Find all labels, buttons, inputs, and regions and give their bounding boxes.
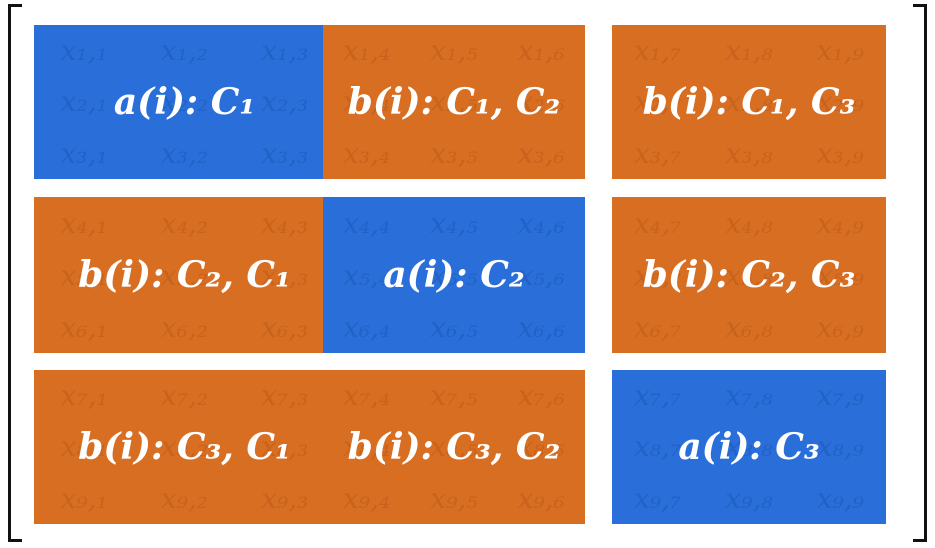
block-1-3: x₁,₇ x₁,₈ x₁,₉ x₂,₇ x₂,₈ x₂,₉ x₃,₇ x₃,₈ x₃,₉ b(i)… (612, 25, 886, 179)
matrix-entry: x₃,₇ (634, 136, 682, 170)
matrix-entry: x₁,₇ (634, 34, 682, 68)
matrix-entry: x₆,₃ (261, 310, 309, 344)
matrix-entry: x₁,₉ (816, 34, 864, 68)
matrix-entry: x₉,₇ (634, 481, 682, 515)
block-3-2: x₇,₄ x₇,₅ x₇,₆ x₈,₄ x₈,₅ x₈,₆ x₉,₄ x₉,₅ x₉,₆ b(i)… (323, 370, 585, 524)
block-3-3: x₇,₇ x₇,₈ x₇,₉ x₈,₇ x₈,₈ x₈,₉ x₉,₇ x₉,₈ x₉,₉ a(i)… (612, 370, 886, 524)
matrix-entry: x₇,₆ (517, 379, 565, 413)
matrix-entry: x₄,₅ (430, 206, 478, 240)
matrix-entry: x₇,₈ (725, 379, 773, 413)
matrix-entry: x₆,₂ (160, 310, 209, 344)
block-label: b(i): C₂, C₁ (78, 254, 291, 296)
matrix-entry: x₄,₂ (160, 206, 209, 240)
block-2-1: x₄,₁ x₄,₂ x₄,₃ x₅,₁ x₅,₂ x₅,₃ x₆,₁ x₆,₂ x₆,₃ b(i)… (34, 197, 335, 353)
matrix-left-bracket (8, 4, 22, 542)
block-label: a(i): C₁ (113, 81, 256, 123)
matrix-entry: x₉,₄ (343, 481, 391, 515)
matrix-entry: x₉,₃ (261, 481, 309, 515)
matrix-entry: x₄,₈ (725, 206, 773, 240)
matrix-entry: x₁,₈ (725, 34, 773, 68)
matrix-entry: x₃,₂ (160, 136, 209, 170)
matrix-entry: x₉,₆ (517, 481, 565, 515)
block-1-2: x₁,₄ x₁,₅ x₁,₆ x₂,₄ x₂,₅ x₂,₆ x₃,₄ x₃,₅ x₃,₆ b(i)… (323, 25, 585, 179)
matrix-entry: x₃,₉ (816, 136, 864, 170)
block-label: b(i): C₂, C₃ (642, 254, 856, 296)
matrix-entry: x₇,₉ (816, 379, 864, 413)
matrix-entry: x₆,₇ (634, 310, 682, 344)
matrix-entry: x₇,₄ (343, 379, 391, 413)
matrix-entry: x₆,₄ (343, 310, 391, 344)
matrix-entry: x₉,₁ (60, 481, 108, 515)
matrix-entry: x₆,₅ (430, 310, 478, 344)
matrix-entry: x₁,₂ (160, 34, 209, 68)
matrix-entry: x₃,₁ (60, 136, 108, 170)
matrix-entry: x₉,₅ (430, 481, 478, 515)
matrix-entry: x₃,₄ (343, 136, 391, 170)
matrix-entry: x₁,₆ (517, 34, 565, 68)
matrix-entry: x₁,₅ (430, 34, 478, 68)
matrix-entry: x₄,₇ (634, 206, 682, 240)
matrix-entry: x₄,₉ (816, 206, 864, 240)
block-1-1: x₁,₁ x₁,₂ x₁,₃ x₂,₁ x₂,₂ x₂,₃ x₃,₁ x₃,₂ x₃,₃ a(i)… (34, 25, 335, 179)
block-label: b(i): C₃, C₂ (347, 426, 561, 468)
matrix-entry: x₁,₃ (261, 34, 309, 68)
matrix-entry: x₃,₆ (517, 136, 565, 170)
matrix-entry: x₄,₁ (60, 206, 108, 240)
matrix-entry: x₃,₃ (261, 136, 309, 170)
matrix-entry: x₉,₂ (160, 481, 209, 515)
matrix-entry: x₇,₃ (261, 379, 309, 413)
matrix-entry: x₉,₉ (816, 481, 864, 515)
block-label: b(i): C₁, C₂ (347, 81, 561, 123)
block-2-2: x₄,₄ x₄,₅ x₄,₆ x₅,₄ x₅,₅ x₅,₆ x₆,₄ x₆,₅ x₆,₆ a(i)… (323, 197, 585, 353)
matrix-entry: x₁,₁ (60, 34, 108, 68)
matrix-entry: x₃,₈ (725, 136, 773, 170)
matrix-entry: x₆,₈ (725, 310, 773, 344)
block-label: a(i): C₃ (678, 426, 820, 468)
block-2-3: x₄,₇ x₄,₈ x₄,₉ x₅,₇ x₅,₈ x₅,₉ x₆,₇ x₆,₈ x₆,₉ b(i)… (612, 197, 886, 353)
block-label: b(i): C₃, C₁ (78, 426, 291, 468)
matrix-entry: x₆,₉ (816, 310, 864, 344)
matrix-entry: x₃,₅ (430, 136, 478, 170)
matrix-entry: x₄,₆ (517, 206, 565, 240)
matrix-entry: x₇,₅ (430, 379, 478, 413)
matrix-entry: x₆,₁ (60, 310, 108, 344)
matrix-entry: x₄,₃ (261, 206, 309, 240)
matrix-entry: x₇,₂ (160, 379, 209, 413)
matrix-entry: x₄,₄ (343, 206, 391, 240)
matrix-entry: x₁,₄ (343, 34, 391, 68)
block-3-1: x₇,₁ x₇,₂ x₇,₃ x₈,₁ x₈,₂ x₈,₃ x₉,₁ x₉,₂ x₉,₃ b(i)… (34, 370, 335, 524)
matrix-entry: x₉,₈ (725, 481, 773, 515)
matrix-entry: x₇,₇ (634, 379, 682, 413)
block-label: b(i): C₁, C₃ (642, 81, 856, 123)
block-label: a(i): C₂ (383, 254, 525, 296)
matrix-right-bracket (913, 4, 927, 542)
matrix-entry: x₇,₁ (60, 379, 108, 413)
matrix-entry: x₆,₆ (517, 310, 565, 344)
